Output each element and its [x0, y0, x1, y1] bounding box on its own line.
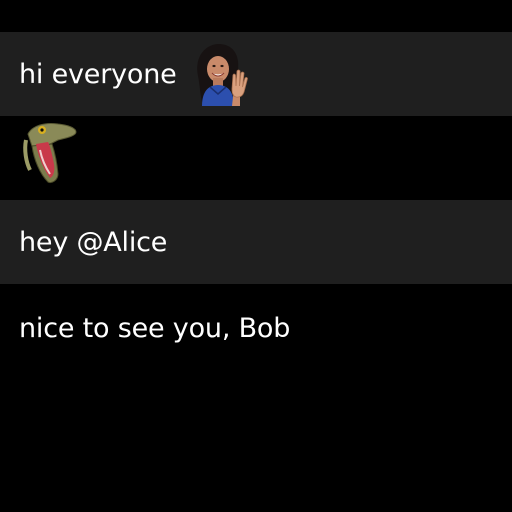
screaming-lizard-sticker: [22, 120, 78, 190]
message-text: nice to see you, Bob: [19, 313, 291, 344]
chat-message-list: hi everyone hey @Alice nice to see you, …: [0, 0, 512, 512]
message-text: hi everyone: [19, 58, 177, 90]
chat-message: nice to see you, Bob: [0, 284, 512, 368]
chat-message: hi everyone: [0, 32, 512, 116]
message-text: hey @Alice: [19, 226, 168, 258]
chat-message: [0, 116, 512, 200]
chat-message: hey @Alice: [0, 200, 512, 284]
waving-woman-sticker: [188, 42, 252, 110]
